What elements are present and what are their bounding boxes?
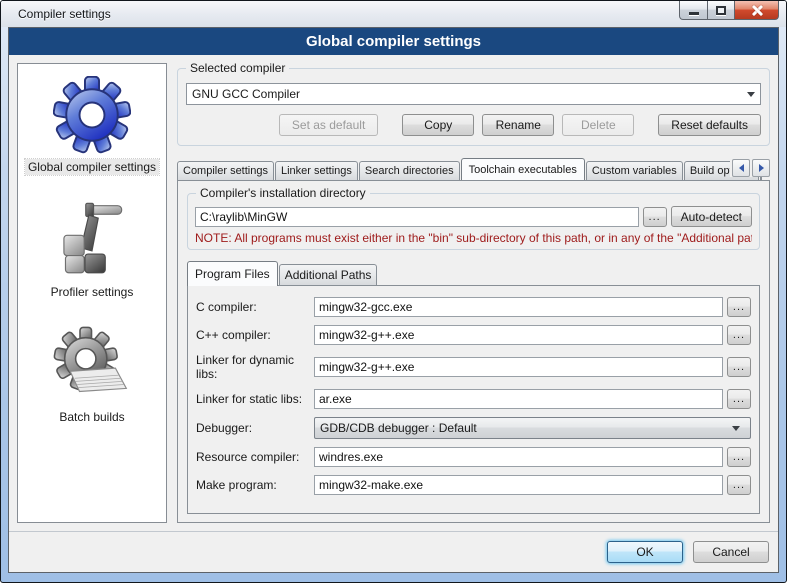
tab-compiler-settings[interactable]: Compiler settings [177, 161, 274, 180]
delete-button[interactable]: Delete [562, 114, 634, 136]
compiler-select-value: GNU GCC Compiler [187, 87, 742, 101]
field-row-debugger: Debugger: GDB/CDB debugger : Default [196, 417, 751, 439]
installation-note: NOTE: All programs must exist either in … [195, 231, 752, 245]
browse-directory-button[interactable]: ... [643, 207, 667, 227]
blue-gear-icon [53, 76, 131, 154]
dynamic-linker-input[interactable] [314, 357, 723, 377]
field-row-cpp-compiler: C++ compiler: ... [196, 325, 751, 345]
minimize-icon [689, 12, 699, 15]
cancel-button[interactable]: Cancel [693, 541, 769, 563]
restore-icon [716, 6, 726, 15]
compiler-tabs: Compiler settings Linker settings Search… [177, 156, 770, 180]
sidebar-item-label: Profiler settings [48, 284, 137, 300]
selected-compiler-group: Selected compiler GNU GCC Compiler Set a… [177, 68, 770, 146]
window-title: Compiler settings [18, 7, 111, 21]
installation-directory-legend: Compiler's installation directory [196, 186, 370, 200]
toolchain-executables-panel: Compiler's installation directory ... Au… [177, 180, 770, 523]
program-files-panel: C compiler: ... C++ compiler: ... Linker… [187, 285, 760, 514]
field-row-make-program: Make program: ... [196, 475, 751, 495]
resource-compiler-input[interactable] [314, 447, 723, 467]
field-label: Resource compiler: [196, 450, 314, 464]
settings-category-list: Global compiler settings [17, 63, 167, 523]
profiler-caliper-icon [53, 201, 131, 279]
set-as-default-button[interactable]: Set as default [279, 114, 378, 136]
tab-additional-paths[interactable]: Additional Paths [279, 264, 378, 285]
dialog-footer: OK Cancel [9, 531, 778, 572]
debugger-select[interactable]: GDB/CDB debugger : Default [314, 417, 751, 439]
field-label: C compiler: [196, 300, 314, 314]
browse-button[interactable]: ... [727, 447, 751, 467]
tab-scroll-left-button[interactable] [732, 159, 750, 177]
field-label: Linker for static libs: [196, 392, 314, 406]
field-label: C++ compiler: [196, 328, 314, 342]
c-compiler-input[interactable] [314, 297, 723, 317]
compiler-settings-window: Compiler settings Global compiler settin… [0, 0, 787, 583]
sidebar-item-global-compiler-settings[interactable]: Global compiler settings [25, 76, 159, 175]
tab-program-files[interactable]: Program Files [187, 261, 278, 286]
chevron-down-icon [742, 92, 760, 97]
batch-builds-gear-icon [53, 326, 131, 404]
copy-button[interactable]: Copy [402, 114, 474, 136]
browse-button[interactable]: ... [727, 325, 751, 345]
titlebar: Compiler settings [1, 1, 786, 27]
auto-detect-button[interactable]: Auto-detect [671, 206, 752, 227]
installation-directory-group: Compiler's installation directory ... Au… [187, 193, 760, 250]
selected-compiler-legend: Selected compiler [186, 61, 289, 75]
static-linker-input[interactable] [314, 389, 723, 409]
sidebar-item-profiler-settings[interactable]: Profiler settings [48, 201, 137, 300]
tab-custom-variables[interactable]: Custom variables [586, 161, 683, 180]
field-label: Debugger: [196, 421, 314, 435]
chevron-down-icon [727, 426, 745, 431]
arrow-left-icon [739, 164, 744, 172]
browse-button[interactable]: ... [727, 357, 751, 377]
field-label: Linker for dynamic libs: [196, 353, 314, 381]
cpp-compiler-input[interactable] [314, 325, 723, 345]
program-tabs: Program Files Additional Paths [187, 262, 760, 285]
field-label: Make program: [196, 478, 314, 492]
ok-button[interactable]: OK [607, 541, 683, 563]
debugger-select-value: GDB/CDB debugger : Default [320, 421, 727, 435]
minimize-button[interactable] [679, 1, 708, 20]
compiler-select[interactable]: GNU GCC Compiler [186, 83, 761, 105]
field-row-resource-compiler: Resource compiler: ... [196, 447, 751, 467]
tab-linker-settings[interactable]: Linker settings [275, 161, 358, 180]
field-row-dynamic-linker: Linker for dynamic libs: ... [196, 353, 751, 381]
sidebar-item-batch-builds[interactable]: Batch builds [53, 326, 131, 425]
sidebar-item-label: Global compiler settings [25, 159, 159, 175]
field-row-static-linker: Linker for static libs: ... [196, 389, 751, 409]
field-row-c-compiler: C compiler: ... [196, 297, 751, 317]
tab-scroll-right-button[interactable] [752, 159, 770, 177]
tab-toolchain-executables[interactable]: Toolchain executables [461, 158, 585, 180]
make-program-input[interactable] [314, 475, 723, 495]
window-controls [680, 1, 779, 20]
sidebar-item-label: Batch builds [56, 409, 127, 425]
rename-button[interactable]: Rename [482, 114, 554, 136]
installation-directory-input[interactable] [195, 207, 639, 227]
tab-search-directories[interactable]: Search directories [359, 161, 460, 180]
page-title: Global compiler settings [9, 28, 778, 55]
arrow-right-icon [759, 164, 764, 172]
restore-button[interactable] [707, 1, 735, 20]
close-icon [751, 4, 763, 16]
dialog: Global compiler settings [8, 27, 779, 573]
reset-defaults-button[interactable]: Reset defaults [658, 114, 761, 136]
tab-scrollers [730, 159, 770, 177]
close-button[interactable] [734, 1, 779, 20]
browse-button[interactable]: ... [727, 475, 751, 495]
browse-button[interactable]: ... [727, 389, 751, 409]
browse-button[interactable]: ... [727, 297, 751, 317]
